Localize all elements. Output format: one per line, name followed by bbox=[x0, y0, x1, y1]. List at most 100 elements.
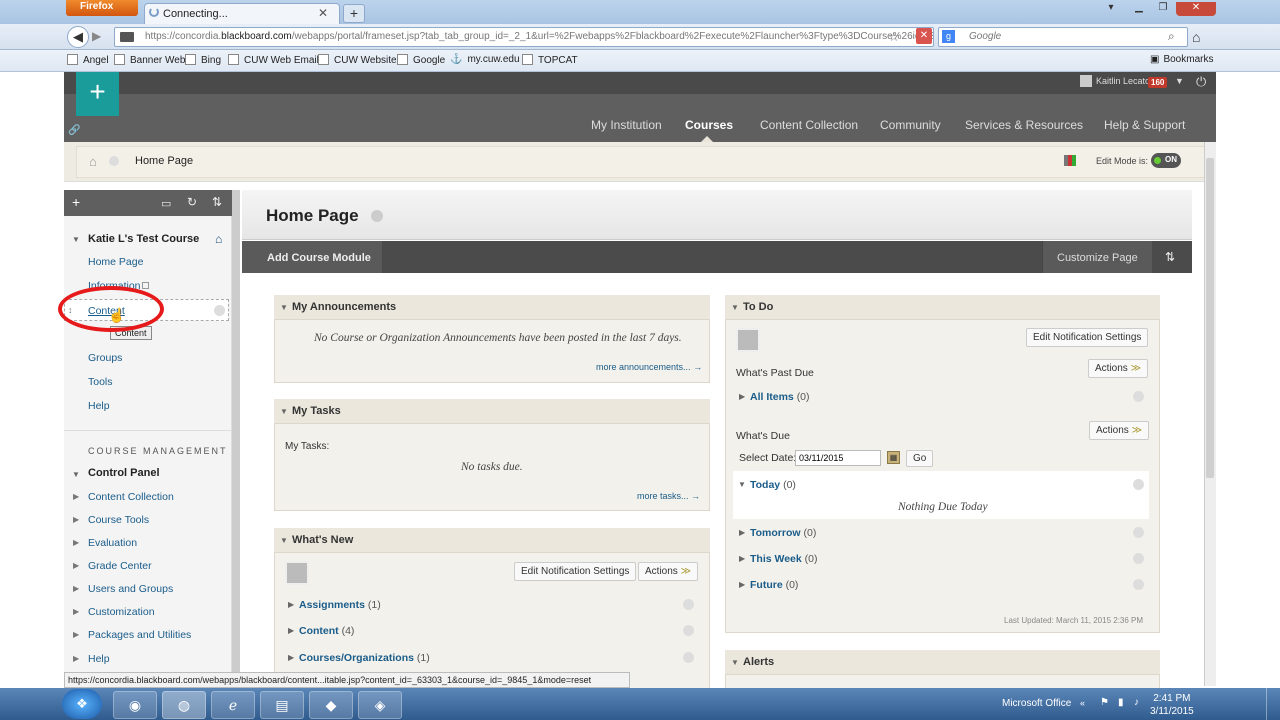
whats-new-courses-organizations[interactable]: Courses/Organizations (1) bbox=[299, 652, 430, 664]
control-item-packages-utilities[interactable]: Packages and Utilities bbox=[88, 629, 191, 641]
item-options-icon[interactable] bbox=[1133, 527, 1144, 538]
expand-triangle-icon[interactable]: ▶ bbox=[73, 630, 79, 639]
control-item-help[interactable]: Help bbox=[88, 653, 110, 665]
expand-triangle-icon[interactable]: ▶ bbox=[739, 580, 745, 589]
more-announcements-link[interactable]: more announcements... → bbox=[596, 362, 702, 372]
expand-triangle-icon[interactable]: ▶ bbox=[288, 653, 294, 662]
all-items-link[interactable]: All Items (0) bbox=[750, 391, 810, 403]
google-icon[interactable]: g bbox=[942, 30, 955, 43]
tray-network-icon[interactable]: ▮ bbox=[1118, 697, 1124, 708]
expand-triangle-icon[interactable]: ▶ bbox=[73, 538, 79, 547]
app-taskbar-icon-2[interactable]: ◈ bbox=[358, 691, 402, 719]
stop-button[interactable]: ✕ bbox=[916, 28, 932, 44]
menu-item-tools[interactable]: Tools bbox=[88, 376, 113, 388]
item-options-icon[interactable] bbox=[683, 599, 694, 610]
control-panel-heading[interactable]: Control Panel bbox=[88, 467, 160, 479]
plus-logo-icon[interactable]: + bbox=[76, 72, 119, 116]
bookmark-cuw-web-email[interactable]: CUW Web Email bbox=[228, 54, 319, 66]
control-item-customization[interactable]: Customization bbox=[88, 606, 155, 618]
chrome-taskbar-icon[interactable]: ◉ bbox=[113, 691, 157, 719]
tab-my-institution[interactable]: My Institution bbox=[591, 118, 662, 132]
expand-triangle-icon[interactable]: ▶ bbox=[73, 492, 79, 501]
user-menu[interactable]: Kaitlin Lecato bbox=[1080, 75, 1150, 87]
edit-notification-settings-button[interactable]: Edit Notification Settings bbox=[514, 562, 637, 581]
alerts-header[interactable]: ▼ Alerts bbox=[725, 650, 1160, 675]
item-options-icon[interactable] bbox=[683, 652, 694, 663]
expand-triangle-icon[interactable]: ▶ bbox=[73, 515, 79, 524]
tray-chevron-icon[interactable]: « bbox=[1080, 698, 1085, 708]
url-bar[interactable]: https://concordia.blackboard.com/webapps… bbox=[114, 27, 934, 47]
expand-triangle-icon[interactable]: ▶ bbox=[739, 392, 745, 401]
new-tab-button[interactable]: + bbox=[343, 4, 365, 23]
date-input[interactable] bbox=[795, 450, 881, 466]
whats-new-assignments[interactable]: Assignments (1) bbox=[299, 599, 381, 611]
calendar-icon[interactable]: ▦ bbox=[887, 451, 900, 464]
reorder-icon[interactable]: ⇅ bbox=[1165, 250, 1175, 264]
item-options-icon[interactable] bbox=[1133, 579, 1144, 590]
course-name[interactable]: Katie L's Test Course bbox=[88, 233, 199, 245]
notification-badge[interactable]: 160 bbox=[1148, 77, 1168, 88]
edit-notification-settings-button[interactable]: Edit Notification Settings bbox=[1026, 328, 1149, 347]
collapse-triangle-icon[interactable]: ▼ bbox=[72, 470, 80, 479]
tab-help-support[interactable]: Help & Support bbox=[1104, 118, 1185, 132]
taskbar-clock[interactable]: 2:41 PM 3/11/2015 bbox=[1150, 692, 1194, 718]
reorder-icon[interactable]: ⇅ bbox=[212, 195, 222, 209]
minimize-icon[interactable]: ▾ bbox=[1100, 2, 1122, 16]
menu-item-home-page[interactable]: Home Page bbox=[88, 256, 143, 268]
tab-courses[interactable]: Courses bbox=[685, 118, 733, 132]
go-button[interactable]: Go bbox=[906, 450, 934, 467]
tomorrow-link[interactable]: Tomorrow (0) bbox=[750, 527, 816, 539]
expand-triangle-icon[interactable]: ▶ bbox=[73, 654, 79, 663]
tab-content-collection[interactable]: Content Collection bbox=[760, 118, 858, 132]
menu-item-groups[interactable]: Groups bbox=[88, 352, 122, 364]
firefox-menu-button[interactable]: Firefox bbox=[66, 0, 138, 16]
performance-dashboard-icon[interactable] bbox=[1064, 155, 1076, 166]
control-item-users-groups[interactable]: Users and Groups bbox=[88, 583, 173, 595]
search-icon[interactable]: ⌕ bbox=[1168, 29, 1175, 44]
expand-triangle-icon[interactable]: ▶ bbox=[739, 554, 745, 563]
back-button[interactable]: ◀ bbox=[67, 26, 89, 48]
announcements-header[interactable]: ▼ My Announcements bbox=[274, 295, 710, 320]
add-course-module-button[interactable]: Add Course Module bbox=[242, 241, 382, 273]
window-close-button[interactable]: ✕ bbox=[1176, 2, 1216, 16]
whats-new-content[interactable]: Content (4) bbox=[299, 625, 354, 637]
item-options-icon[interactable] bbox=[683, 625, 694, 636]
this-week-link[interactable]: This Week (0) bbox=[750, 553, 818, 565]
toolbar-label-microsoft-office[interactable]: Microsoft Office bbox=[1002, 698, 1071, 709]
bookmark-my-cuw-edu[interactable]: ⚓ my.cuw.edu bbox=[450, 54, 520, 65]
menu-item-help[interactable]: Help bbox=[88, 400, 110, 412]
home-icon[interactable]: ⌂ bbox=[1192, 29, 1200, 45]
control-item-course-tools[interactable]: Course Tools bbox=[88, 514, 149, 526]
actions-button[interactable]: Actions ≫ bbox=[1088, 359, 1149, 378]
item-options-icon[interactable] bbox=[1133, 391, 1144, 402]
firefox-taskbar-icon[interactable]: ◍ bbox=[162, 691, 206, 719]
bookmark-bing[interactable]: Bing bbox=[185, 54, 221, 66]
course-home-icon[interactable]: ⌂ bbox=[215, 232, 222, 246]
close-tab-icon[interactable]: ✕ bbox=[318, 6, 328, 20]
tray-volume-icon[interactable]: ♪ bbox=[1134, 697, 1139, 708]
menu-item-options-icon[interactable] bbox=[214, 305, 225, 316]
app-taskbar-icon[interactable]: ◆ bbox=[309, 691, 353, 719]
whats-new-header[interactable]: ▼ What's New bbox=[274, 528, 710, 553]
window-minimize-button[interactable]: ▁ bbox=[1128, 2, 1150, 16]
folder-view-icon[interactable]: ▭ bbox=[161, 197, 171, 210]
page-options-icon[interactable] bbox=[371, 210, 383, 222]
bookmarks-menu[interactable]: ▣ Bookmarks bbox=[1150, 54, 1213, 65]
expand-triangle-icon[interactable]: ▶ bbox=[73, 584, 79, 593]
actions-button[interactable]: Actions ≫ bbox=[1089, 421, 1150, 440]
add-menu-item-icon[interactable]: + bbox=[72, 194, 80, 210]
expand-triangle-icon[interactable]: ▶ bbox=[73, 561, 79, 570]
show-desktop-button[interactable] bbox=[1266, 688, 1280, 720]
more-tasks-link[interactable]: more tasks... → bbox=[637, 491, 700, 501]
expand-triangle-icon[interactable]: ▶ bbox=[288, 626, 294, 635]
control-item-content-collection[interactable]: Content Collection bbox=[88, 491, 174, 503]
forward-button[interactable]: ▶ bbox=[92, 29, 101, 43]
expand-triangle-icon[interactable]: ▶ bbox=[739, 528, 745, 537]
window-restore-button[interactable]: ❐ bbox=[1152, 2, 1174, 16]
bookmark-star-icon[interactable]: ☆ bbox=[888, 29, 900, 45]
refresh-icon[interactable]: ↻ bbox=[187, 195, 197, 209]
edit-mode-toggle[interactable]: ON bbox=[1151, 153, 1181, 168]
start-button[interactable]: ❖ bbox=[62, 689, 102, 719]
file-explorer-taskbar-icon[interactable]: ▤ bbox=[260, 691, 304, 719]
today-link[interactable]: Today (0) bbox=[750, 479, 796, 491]
